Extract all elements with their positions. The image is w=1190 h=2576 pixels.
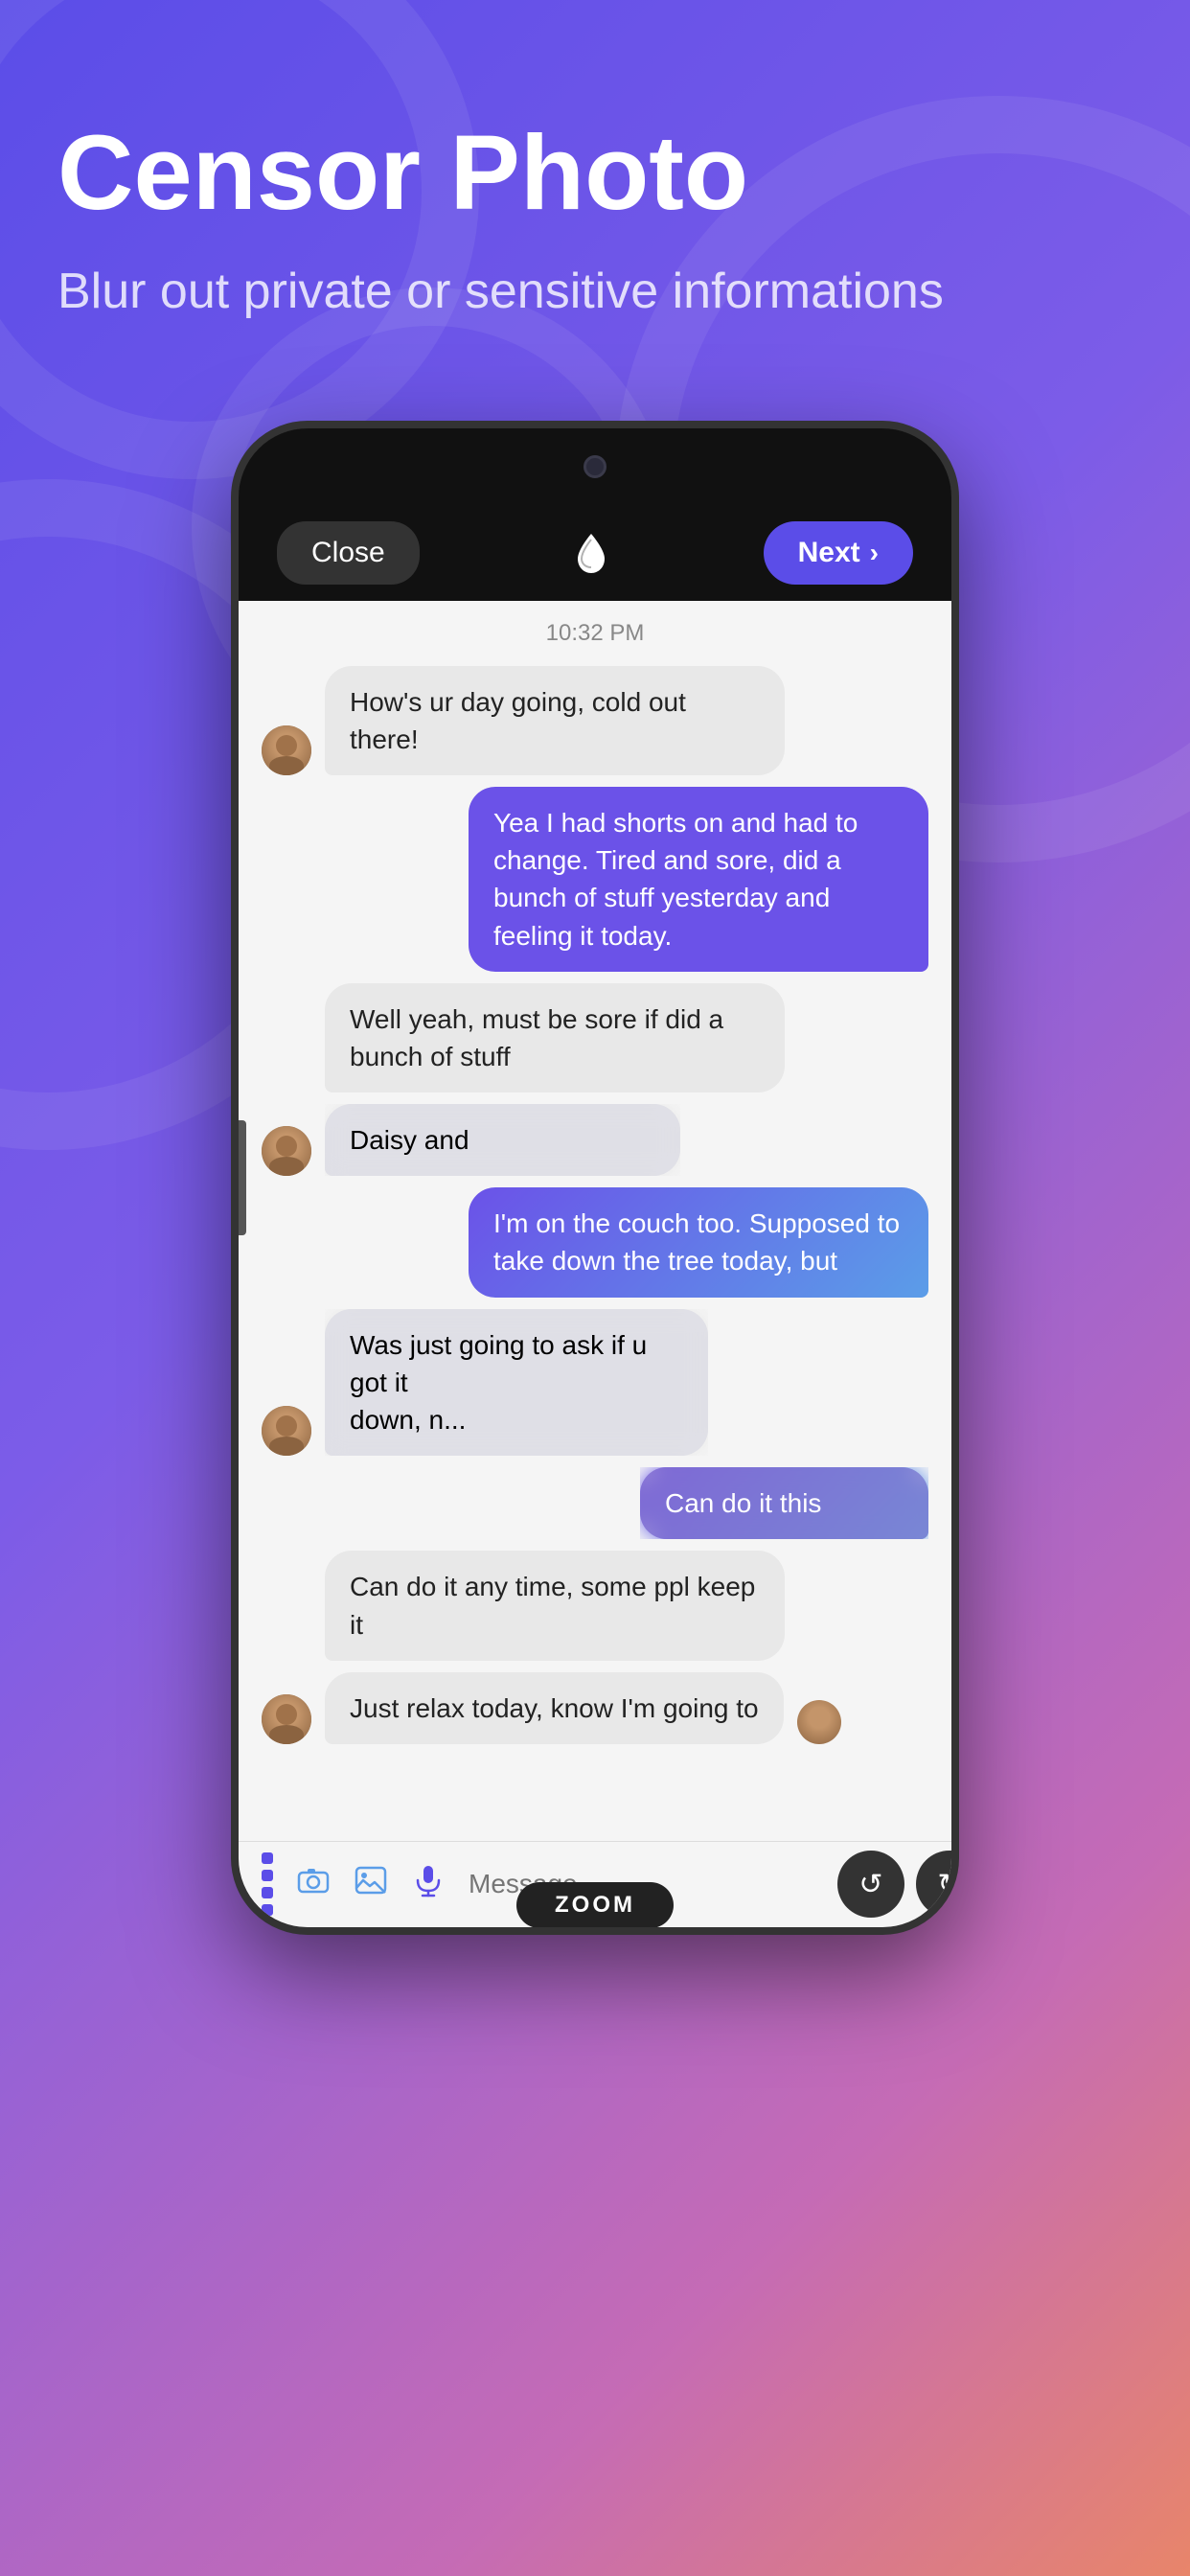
message-bubble: Just relax today, know I'm going to xyxy=(325,1672,784,1744)
chat-timestamp: 10:32 PM xyxy=(239,601,951,656)
table-row: Just relax today, know I'm going to xyxy=(262,1672,928,1744)
small-avatar xyxy=(797,1700,841,1744)
next-chevron: › xyxy=(870,538,879,568)
droplet-icon-container xyxy=(566,528,616,578)
message-bubble: Well yeah, must be sore if did a bunch o… xyxy=(325,983,785,1092)
avatar xyxy=(262,725,311,775)
page-title: Censor Photo xyxy=(57,115,1133,231)
avatar xyxy=(262,1406,311,1456)
table-row: Yea I had shorts on and had to change. T… xyxy=(262,787,928,972)
front-camera xyxy=(584,455,606,478)
avatar xyxy=(262,1126,311,1176)
avatar xyxy=(262,1694,311,1744)
message-bubble: How's ur day going, cold out there! xyxy=(325,666,785,775)
close-button[interactable]: Close xyxy=(277,521,420,585)
phone-container: Close Next › 10:32 PM How's ur da xyxy=(0,421,1190,1935)
message-bubble: I'm on the couch too. Supposed to take d… xyxy=(469,1187,928,1297)
message-bubble-blurred: Was just going to ask if u got itdown, n… xyxy=(325,1309,708,1457)
side-handle xyxy=(239,1120,246,1235)
phone-mockup: Close Next › 10:32 PM How's ur da xyxy=(231,421,959,1935)
next-label: Next xyxy=(798,537,860,569)
message-bubble-blurred: Daisy and xyxy=(325,1104,680,1176)
phone-top-bar xyxy=(239,428,951,505)
undo-button[interactable]: ↺ xyxy=(837,1851,904,1918)
table-row: Daisy and xyxy=(262,1104,928,1176)
table-row: Can do it this xyxy=(262,1467,928,1539)
table-row: Can do it any time, some ppl keep it xyxy=(262,1551,928,1660)
microphone-icon[interactable] xyxy=(411,1863,446,1906)
table-row: I'm on the couch too. Supposed to take d… xyxy=(262,1187,928,1297)
zoom-indicator: ZOOM xyxy=(516,1882,674,1928)
camera-icon[interactable] xyxy=(296,1863,331,1906)
apps-icon[interactable] xyxy=(262,1852,273,1916)
table-row: Was just going to ask if u got itdown, n… xyxy=(262,1309,928,1457)
page-subtitle: Blur out private or sensitive informatio… xyxy=(57,260,1133,325)
redo-button[interactable]: ↻ xyxy=(916,1851,959,1918)
chat-area: 10:32 PM How's ur day going, cold out th… xyxy=(239,601,951,1841)
droplet-icon xyxy=(574,532,608,574)
next-button[interactable]: Next › xyxy=(764,521,913,585)
app-toolbar: Close Next › xyxy=(239,505,951,601)
messages-container: How's ur day going, cold out there! Yea … xyxy=(239,656,951,1754)
message-bubble: Can do it any time, some ppl keep it xyxy=(325,1551,785,1660)
table-row: Well yeah, must be sore if did a bunch o… xyxy=(262,983,928,1092)
table-row: How's ur day going, cold out there! xyxy=(262,666,928,775)
undo-redo-container: ↺ ↻ xyxy=(837,1851,959,1918)
message-bubble: Yea I had shorts on and had to change. T… xyxy=(469,787,928,972)
header-section: Censor Photo Blur out private or sensiti… xyxy=(0,0,1190,382)
phone-bottom-bar: ↺ ↻ ZOOM xyxy=(239,1841,951,1927)
message-bubble-blurred: Can do it this xyxy=(640,1467,928,1539)
image-icon[interactable] xyxy=(354,1863,388,1906)
